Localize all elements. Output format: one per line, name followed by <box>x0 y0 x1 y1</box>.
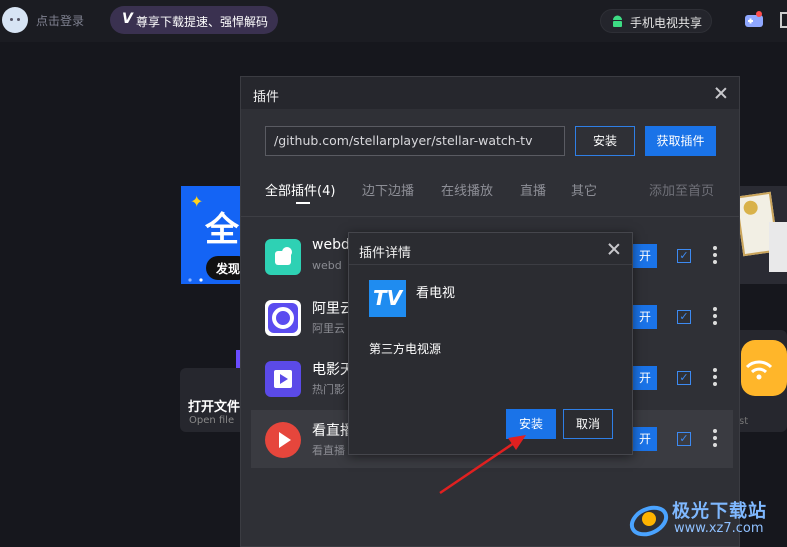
add-to-home-button[interactable]: 添加至首页 <box>649 180 714 199</box>
active-tab-indicator <box>296 202 310 204</box>
login-link[interactable]: 点击登录 <box>36 12 84 29</box>
wifi-transfer-card[interactable]: st <box>739 330 787 432</box>
wifi-card-label: st <box>739 416 749 427</box>
more-options-icon[interactable] <box>713 246 717 266</box>
vip-promo-button[interactable]: V 尊享下载提速、强悍解码 <box>110 6 278 34</box>
top-bar: 点击登录 V 尊享下载提速、强悍解码 手机电视共享 <box>0 0 787 42</box>
plugin-enable-checkbox[interactable]: ✓ <box>677 310 691 324</box>
tv-share-button[interactable]: 手机电视共享 <box>600 9 712 33</box>
plugin-enable-checkbox[interactable]: ✓ <box>677 249 691 263</box>
banner-heading: 全 <box>205 210 239 250</box>
promo-banner[interactable]: ✦ 全 发现 <box>181 186 241 284</box>
detail-dialog-title: 插件详情 <box>359 246 412 261</box>
carousel-dots[interactable] <box>188 278 208 282</box>
plugin-name: 阿里云 <box>312 301 352 317</box>
plugin-name: 电影天 <box>312 362 352 378</box>
detail-dialog-header: 插件详情 <box>349 233 632 265</box>
close-icon[interactable] <box>715 87 727 99</box>
watermark-name: 极光下载站 <box>672 501 767 522</box>
more-options-icon[interactable] <box>713 429 717 449</box>
more-options-icon[interactable] <box>713 307 717 327</box>
open-file-card[interactable]: 打开文件 Open file <box>180 368 240 432</box>
watermark-url: www.xz7.com <box>674 521 764 536</box>
tab-all-plugins[interactable]: 全部插件(4) <box>265 180 335 199</box>
plugin-url-input[interactable]: /github.com/stellarplayer/stellar-watch-… <box>265 126 565 156</box>
detail-cancel-button[interactable]: 取消 <box>563 409 613 439</box>
aliyun-icon <box>265 300 301 336</box>
certificate-card[interactable] <box>739 186 787 284</box>
gamepad-icon[interactable] <box>744 11 764 29</box>
live-play-icon <box>265 422 301 458</box>
avatar[interactable] <box>2 7 28 33</box>
movie-play-icon <box>265 361 301 397</box>
detail-plugin-name: 看电视 <box>416 286 456 301</box>
plugin-enable-checkbox[interactable]: ✓ <box>677 432 691 446</box>
open-file-title: 打开文件 <box>188 400 241 415</box>
plugin-enable-checkbox[interactable]: ✓ <box>677 371 691 385</box>
tv-share-label: 手机电视共享 <box>630 16 703 30</box>
tab-live[interactable]: 直播 <box>520 180 546 199</box>
vip-logo-icon: V <box>122 11 133 27</box>
android-icon <box>613 15 622 27</box>
plugin-desc: 阿里云 <box>312 322 345 335</box>
tab-other[interactable]: 其它 <box>571 180 597 199</box>
watermark-logo-icon <box>629 505 669 537</box>
plugin-desc: 看直播 <box>312 444 345 457</box>
sparkle-icon: ✦ <box>190 192 204 211</box>
tab-stream-while-download[interactable]: 边下边播 <box>362 180 414 199</box>
detail-plugin-description: 第三方电视源 <box>369 342 442 356</box>
plugin-open-button[interactable]: 开 <box>633 244 657 268</box>
plugin-open-button[interactable]: 开 <box>633 427 657 451</box>
wifi-icon <box>745 360 773 380</box>
plugin-dialog-header: 插件 <box>241 77 739 109</box>
watermark: 极光下载站 www.xz7.com <box>628 497 787 547</box>
more-options-icon[interactable] <box>713 368 717 388</box>
divider <box>241 216 739 217</box>
banner-discover-button[interactable]: 发现 <box>206 256 241 280</box>
get-plugin-button[interactable]: 获取插件 <box>645 126 716 156</box>
window-control-icon[interactable] <box>780 12 787 28</box>
close-icon[interactable] <box>608 243 620 255</box>
plugin-name: 看直播 <box>312 423 352 439</box>
plugin-open-button[interactable]: 开 <box>633 366 657 390</box>
wifi-tile <box>741 340 787 396</box>
plugin-desc: webd <box>312 259 342 272</box>
vip-promo-text: 尊享下载提速、强悍解码 <box>136 15 269 29</box>
tab-online-play[interactable]: 在线播放 <box>441 180 493 199</box>
install-button[interactable]: 安装 <box>575 126 635 156</box>
plugin-dialog-title: 插件 <box>253 90 280 105</box>
plugin-desc: 热门影 <box>312 383 345 396</box>
webdav-icon <box>265 239 301 275</box>
plugin-detail-dialog: 插件详情 TV 看电视 第三方电视源 安装 取消 <box>348 232 633 455</box>
plugin-name: webd <box>312 237 350 253</box>
tv-logo-icon: TV <box>369 280 406 317</box>
detail-install-button[interactable]: 安装 <box>506 409 556 439</box>
plugin-open-button[interactable]: 开 <box>633 305 657 329</box>
open-file-subtitle: Open file <box>189 415 235 426</box>
